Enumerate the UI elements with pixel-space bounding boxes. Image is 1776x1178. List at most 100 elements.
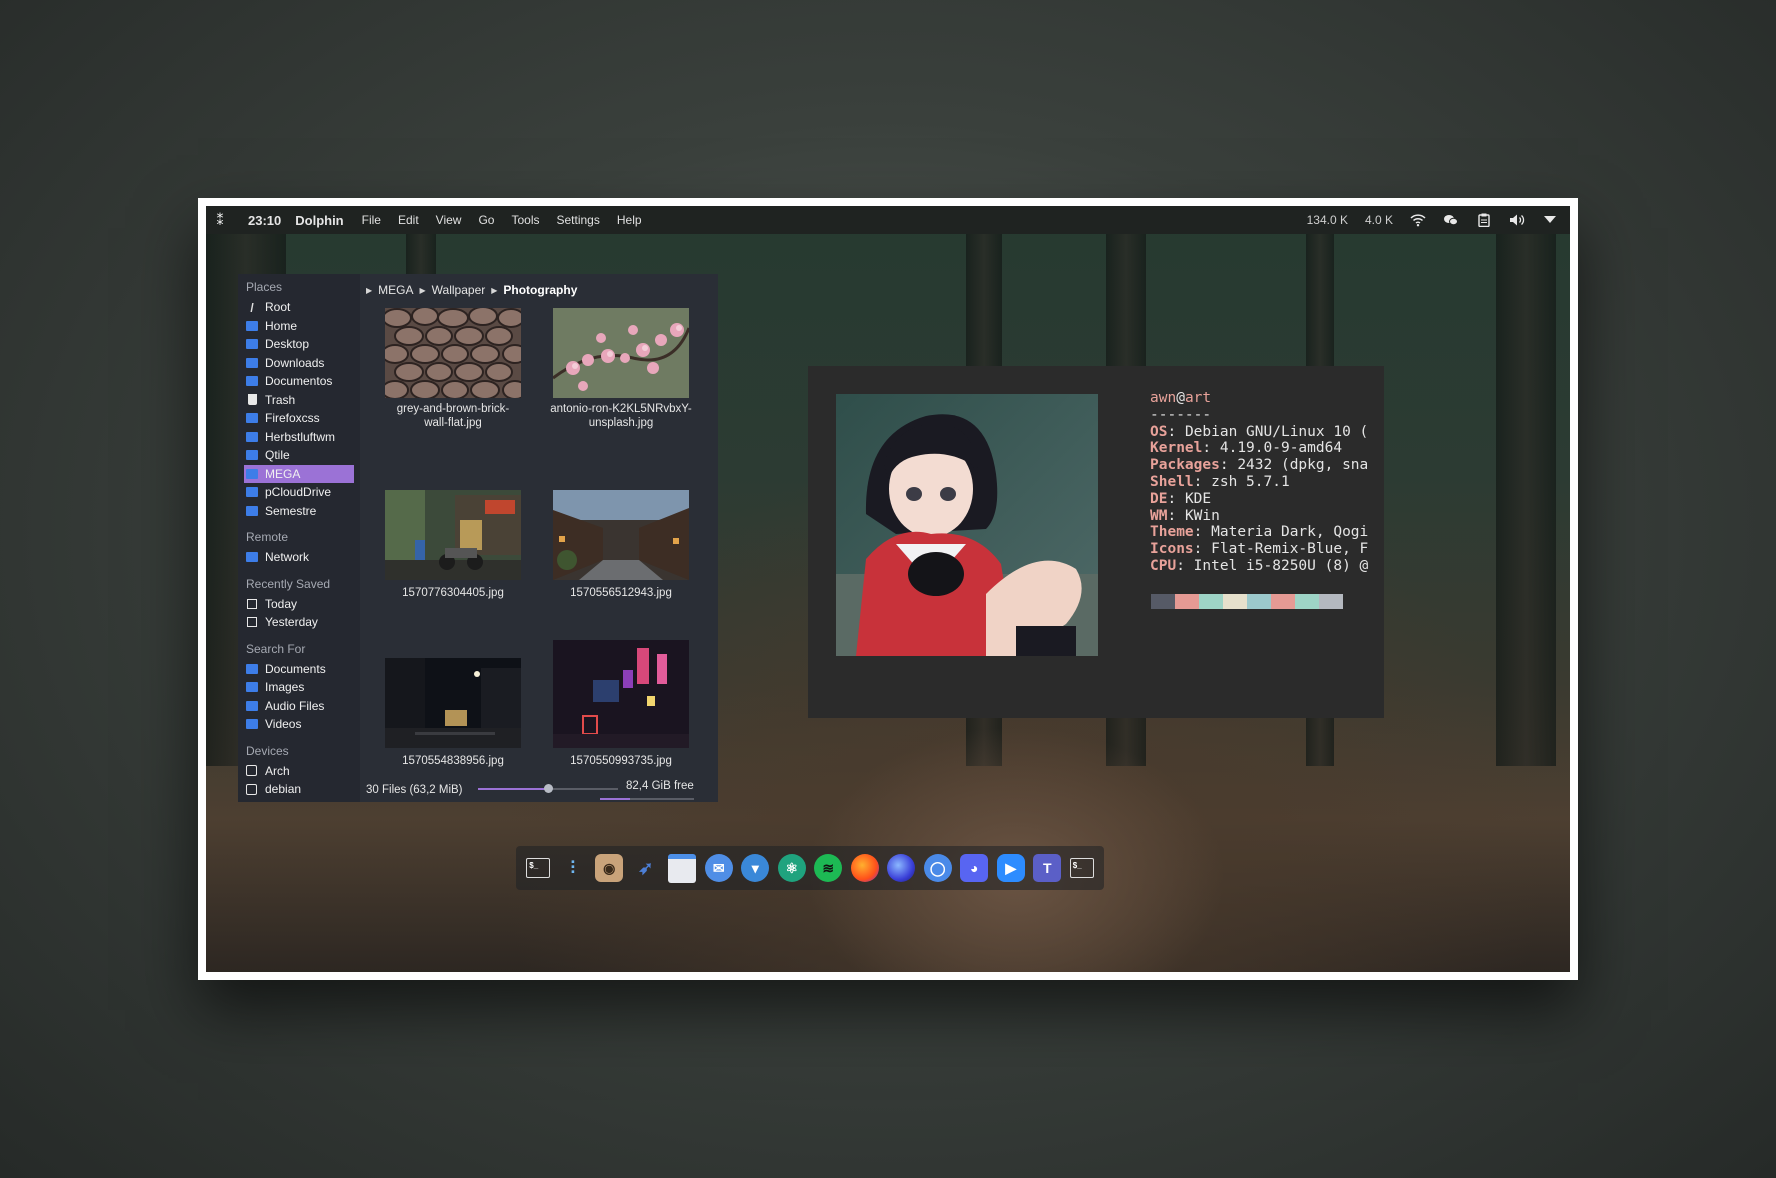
place-documentos[interactable]: Documentos bbox=[238, 372, 360, 391]
file-name[interactable]: 1570554838956.jpg bbox=[368, 754, 538, 768]
street-scooter-image bbox=[385, 490, 521, 580]
file-name[interactable]: 1570556512943.jpg bbox=[536, 586, 706, 600]
search-videos[interactable]: Videos bbox=[238, 715, 360, 734]
camera-app-icon[interactable]: ◉ bbox=[595, 854, 624, 882]
top-panel: ⁑ 23:10 Dolphin File Edit View Go Tools … bbox=[206, 206, 1570, 234]
zoom-icon[interactable]: ▶ bbox=[996, 854, 1025, 882]
user-host-line: awn@art bbox=[1150, 390, 1212, 406]
discord-icon[interactable]: ◕ bbox=[960, 854, 989, 882]
brick-wall-image bbox=[381, 306, 528, 400]
place-home[interactable]: Home bbox=[238, 317, 360, 336]
de-line: DE: KDE bbox=[1150, 490, 1212, 507]
trash-icon bbox=[248, 394, 257, 406]
place-herbstluftwm[interactable]: Herbstluftwm bbox=[238, 428, 360, 447]
file-thumbnail[interactable] bbox=[552, 308, 691, 398]
clock[interactable]: 23:10 bbox=[248, 213, 281, 228]
remote-network[interactable]: Network bbox=[238, 548, 360, 567]
clipboard-icon[interactable] bbox=[1476, 212, 1492, 228]
place-qtile[interactable]: Qtile bbox=[238, 446, 360, 465]
breadcrumb-arrow-icon[interactable]: ▶ bbox=[366, 286, 372, 295]
root-icon: / bbox=[250, 301, 254, 316]
place-mega[interactable]: MEGA bbox=[244, 464, 354, 483]
file-name[interactable]: 1570550993735.jpg bbox=[536, 754, 706, 768]
menu-view[interactable]: View bbox=[436, 213, 462, 227]
breadcrumb-arrow-icon[interactable]: ▶ bbox=[491, 286, 497, 295]
search-audio-files[interactable]: Audio Files bbox=[238, 697, 360, 716]
breadcrumb-photography[interactable]: Photography bbox=[503, 283, 577, 297]
night-street-image bbox=[385, 658, 521, 748]
desktop: ⁑ 23:10 Dolphin File Edit View Go Tools … bbox=[206, 206, 1570, 972]
vpn-icon[interactable]: ▾ bbox=[741, 854, 770, 882]
menu-settings[interactable]: Settings bbox=[557, 213, 600, 227]
terminal-icon[interactable]: $_ bbox=[1069, 858, 1094, 878]
breadcrumb-mega[interactable]: MEGA bbox=[378, 283, 413, 297]
images-icon bbox=[246, 682, 258, 693]
chat-icon[interactable] bbox=[1443, 212, 1459, 228]
breadcrumb-arrow-icon[interactable]: ▶ bbox=[420, 286, 426, 295]
menu-go[interactable]: Go bbox=[478, 213, 494, 227]
folder-icon bbox=[246, 450, 258, 461]
shell-line: Shell: zsh 5.7.1 bbox=[1150, 473, 1290, 490]
packages-line: Packages: 2432 (dpkg, sna bbox=[1150, 457, 1369, 474]
place-semestre[interactable]: Semestre bbox=[238, 502, 360, 521]
mixer-icon[interactable]: ⫶ bbox=[559, 854, 587, 882]
status-bar: 30 Files (63,2 MiB) 82,4 GiB free bbox=[238, 778, 718, 802]
file-name[interactable]: antonio-ron-K2KL5NRvbxY-unsplash.jpg bbox=[536, 402, 706, 430]
place-root[interactable]: / Root bbox=[238, 298, 360, 317]
home-folder-icon bbox=[246, 320, 258, 331]
file-thumbnail[interactable] bbox=[385, 658, 521, 748]
zoom-slider-handle[interactable] bbox=[544, 784, 553, 793]
menu-help[interactable]: Help bbox=[617, 213, 642, 227]
file-name[interactable]: grey-and-brown-brick-wall-flat.jpg bbox=[368, 402, 538, 430]
folder-icon bbox=[246, 468, 258, 479]
files-icon[interactable] bbox=[668, 853, 697, 883]
global-menu: File Edit View Go Tools Settings Help bbox=[362, 213, 642, 227]
launcher-icon[interactable]: ⁑ bbox=[212, 212, 228, 228]
zoom-slider-fill bbox=[478, 788, 548, 790]
file-thumbnail[interactable] bbox=[553, 490, 689, 580]
place-desktop[interactable]: Desktop bbox=[238, 335, 360, 354]
file-thumbnail[interactable] bbox=[385, 490, 521, 580]
calendar-icon bbox=[247, 598, 257, 609]
file-name[interactable]: 1570776304405.jpg bbox=[368, 586, 538, 600]
net-download-speed: 134.0 K bbox=[1306, 213, 1348, 227]
place-firefoxcss[interactable]: Firefoxcss bbox=[238, 409, 360, 428]
menu-edit[interactable]: Edit bbox=[398, 213, 419, 227]
volume-icon[interactable] bbox=[1509, 212, 1525, 228]
breadcrumb-wallpaper[interactable]: Wallpaper bbox=[432, 283, 486, 297]
menu-file[interactable]: File bbox=[362, 213, 381, 227]
atom-icon[interactable]: ⚛ bbox=[777, 854, 806, 882]
search-documents[interactable]: Documents bbox=[238, 660, 360, 679]
file-thumbnail[interactable] bbox=[553, 640, 689, 748]
swordfish-icon[interactable]: ➶ bbox=[632, 854, 660, 882]
file-thumbnail[interactable] bbox=[381, 306, 528, 400]
recent-yesterday[interactable]: Yesterday bbox=[238, 613, 360, 632]
section-recently-saved: Recently Saved bbox=[246, 576, 331, 591]
neofetch-terminal: awn@art ------- OS: Debian GNU/Linux 10 (K… bbox=[808, 366, 1384, 718]
neofetch-output: awn@art ------- OS: Debian GNU/Linux 10 (K… bbox=[1150, 390, 1368, 575]
os-line: OS: Debian GNU/Linux 10 ( bbox=[1150, 423, 1369, 440]
place-trash[interactable]: Trash bbox=[238, 391, 360, 410]
chromium-icon[interactable]: ◯ bbox=[923, 854, 952, 882]
teams-icon[interactable]: T bbox=[1033, 854, 1062, 882]
zoom-slider[interactable] bbox=[478, 784, 618, 793]
place-pclouddrive[interactable]: pCloudDrive bbox=[238, 483, 360, 502]
free-space-bar-fill bbox=[600, 798, 630, 800]
net-upload-speed: 4.0 K bbox=[1364, 213, 1393, 227]
tray-expand-icon[interactable] bbox=[1542, 212, 1558, 228]
wifi-icon[interactable] bbox=[1410, 212, 1426, 228]
menu-tools[interactable]: Tools bbox=[511, 213, 539, 227]
palette-swatch bbox=[1175, 594, 1199, 609]
terminal-icon[interactable]: $_ bbox=[526, 858, 551, 878]
drive-icon bbox=[246, 765, 257, 777]
mail-icon[interactable]: ✉ bbox=[704, 854, 733, 882]
desktop-folder-icon bbox=[246, 339, 258, 350]
spotify-icon[interactable]: ≋ bbox=[814, 854, 843, 882]
recent-today[interactable]: Today bbox=[238, 595, 360, 614]
documents-folder-icon bbox=[246, 376, 258, 387]
firefox-icon[interactable] bbox=[850, 854, 879, 882]
search-images[interactable]: Images bbox=[238, 678, 360, 697]
place-downloads[interactable]: Downloads bbox=[238, 354, 360, 373]
palette-swatch bbox=[1151, 594, 1175, 609]
firefox-nightly-icon[interactable] bbox=[887, 854, 916, 882]
